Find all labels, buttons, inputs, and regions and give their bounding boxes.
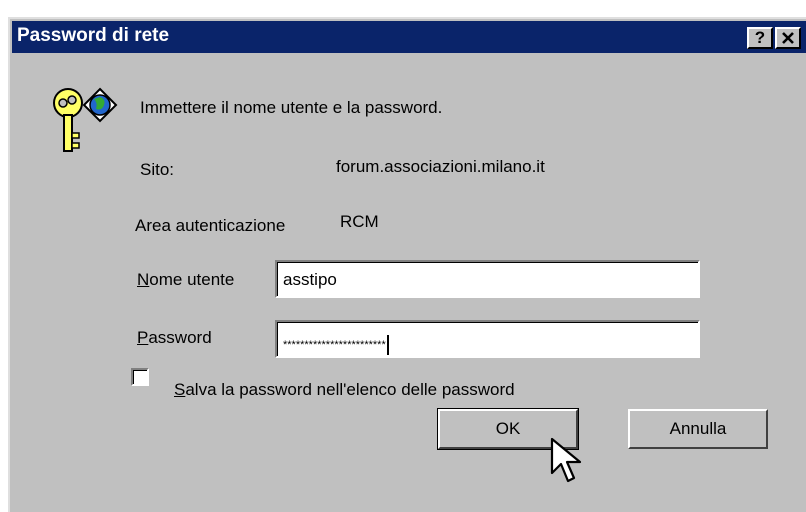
cancel-button[interactable]: Annulla: [628, 409, 768, 449]
realm-value: RCM: [340, 212, 379, 231]
password-value: ************************: [283, 338, 386, 351]
key-globe-icon: [53, 87, 118, 152]
username-label-text: ome utente: [149, 270, 235, 289]
save-password-label[interactable]: Salva la password nell'elenco delle pass…: [174, 380, 515, 400]
save-label-accel: S: [174, 380, 186, 399]
username-label: Nome utente: [137, 270, 234, 290]
dialog-title: Password di rete: [17, 25, 170, 46]
realm-label: Area autenticazione: [135, 216, 286, 235]
prompt-text: Immettere il nome utente e la password.: [140, 98, 443, 117]
site-label: Sito:: [140, 160, 175, 179]
title-bar[interactable]: Password di rete ?: [12, 21, 806, 53]
site-value: forum.associazioni.milano.it: [336, 157, 545, 176]
username-label-accel: N: [137, 270, 150, 289]
save-label-text: alva la password nell'elenco delle passw…: [185, 380, 515, 399]
password-label-accel: P: [137, 328, 149, 347]
close-icon: [782, 32, 794, 44]
mouse-pointer-icon: [550, 437, 582, 483]
password-label-text: assword: [148, 328, 212, 347]
save-password-checkbox[interactable]: [131, 368, 149, 386]
help-button[interactable]: ?: [747, 27, 773, 49]
username-field[interactable]: asstipo: [275, 260, 700, 298]
password-field[interactable]: ************************: [275, 320, 700, 358]
password-label: Password: [137, 328, 212, 348]
close-button[interactable]: [775, 27, 801, 49]
text-caret: [386, 335, 389, 355]
